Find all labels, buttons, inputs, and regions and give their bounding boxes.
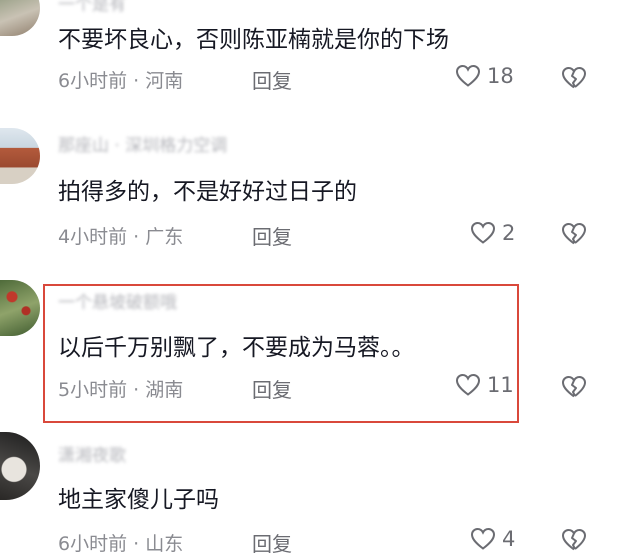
broken-heart-icon bbox=[562, 376, 586, 398]
comment-location: 湖南 bbox=[145, 379, 184, 401]
comment-username[interactable]: 潇湘夜歌 bbox=[58, 441, 126, 466]
comment-location: 山东 bbox=[145, 533, 184, 555]
comment-username[interactable]: 一个悬坡破额哦 bbox=[58, 288, 177, 313]
comment-username[interactable]: 一个是有 bbox=[58, 0, 126, 15]
like-count: 11 bbox=[487, 373, 514, 397]
reply-button[interactable]: 回复 bbox=[252, 528, 292, 557]
meta-separator: · bbox=[127, 226, 146, 248]
heart-outline-icon bbox=[470, 527, 496, 550]
dislike-button[interactable] bbox=[561, 375, 587, 403]
reply-button[interactable]: 回复 bbox=[252, 374, 292, 403]
comment-text: 以后千万别飘了，不要成为马蓉。。 bbox=[58, 335, 415, 361]
heart-outline-icon bbox=[470, 221, 496, 244]
meta-separator: · bbox=[127, 70, 146, 92]
dislike-button[interactable] bbox=[561, 66, 587, 94]
heart-outline-icon bbox=[455, 64, 481, 87]
comment-time: 4小时前 bbox=[58, 226, 128, 248]
comment-text: 拍得多的，不是好好过日子的 bbox=[58, 179, 357, 205]
comment-meta: 6小时前 · 山东 bbox=[58, 529, 183, 556]
like-count: 4 bbox=[502, 527, 516, 551]
avatar[interactable] bbox=[0, 280, 40, 336]
comment-location: 广东 bbox=[145, 226, 184, 248]
comment-time: 6小时前 bbox=[58, 70, 128, 92]
avatar[interactable] bbox=[0, 432, 40, 500]
reply-button[interactable]: 回复 bbox=[252, 65, 292, 94]
comment-time: 6小时前 bbox=[58, 533, 128, 555]
comment-meta: 6小时前 · 河南 bbox=[58, 66, 183, 93]
meta-separator: · bbox=[127, 533, 146, 555]
comment-username[interactable]: 那座山 · 深圳格力空调 bbox=[58, 131, 227, 156]
broken-heart-icon bbox=[562, 223, 586, 245]
broken-heart-icon bbox=[562, 529, 586, 551]
like-button[interactable]: 18 bbox=[455, 64, 514, 88]
like-button[interactable]: 4 bbox=[470, 527, 515, 551]
avatar[interactable] bbox=[0, 128, 40, 184]
dislike-button[interactable] bbox=[561, 222, 587, 250]
like-button[interactable]: 11 bbox=[455, 373, 514, 397]
comment-meta: 5小时前 · 湖南 bbox=[58, 375, 183, 402]
comment-text: 不要坏良心，否则陈亚楠就是你的下场 bbox=[58, 27, 449, 53]
like-count: 18 bbox=[487, 64, 514, 88]
comment-text: 地主家傻儿子吗 bbox=[58, 487, 219, 513]
dislike-button[interactable] bbox=[561, 528, 587, 556]
comment-time: 5小时前 bbox=[58, 379, 128, 401]
heart-outline-icon bbox=[455, 373, 481, 396]
meta-separator: · bbox=[127, 379, 146, 401]
comment-meta: 4小时前 · 广东 bbox=[58, 222, 183, 249]
broken-heart-icon bbox=[562, 67, 586, 89]
avatar[interactable] bbox=[0, 0, 40, 36]
comment-location: 河南 bbox=[145, 70, 184, 92]
like-button[interactable]: 2 bbox=[470, 221, 515, 245]
like-count: 2 bbox=[502, 221, 516, 245]
reply-button[interactable]: 回复 bbox=[252, 221, 292, 250]
